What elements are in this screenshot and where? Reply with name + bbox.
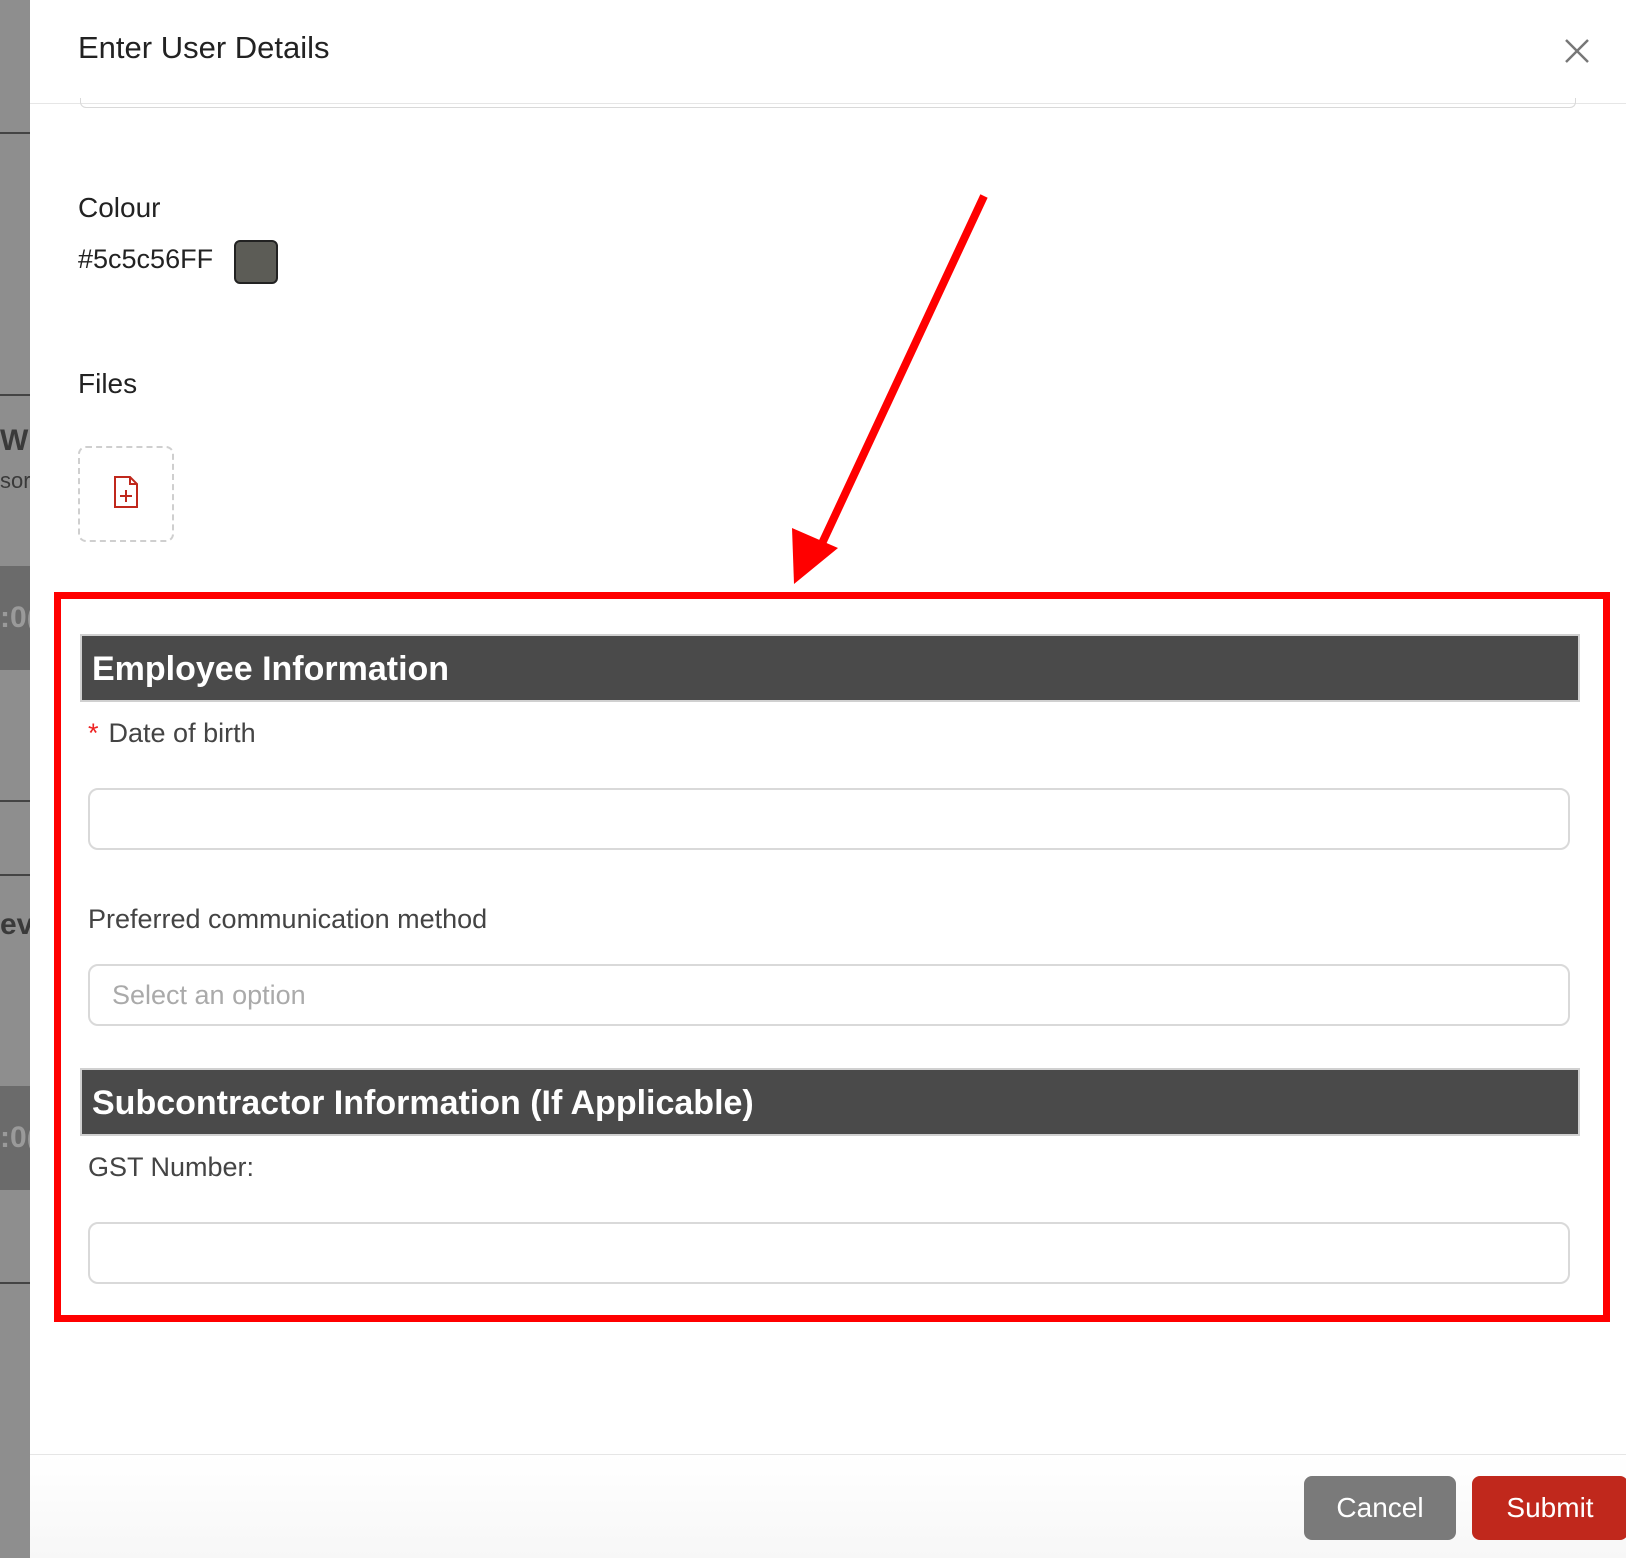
colour-swatch[interactable]	[234, 240, 278, 284]
previous-field-edge[interactable]	[80, 98, 1576, 108]
background-divider	[0, 800, 30, 802]
gst-label: GST Number:	[88, 1152, 255, 1182]
background-text: Wi	[0, 424, 30, 457]
file-plus-icon	[112, 475, 140, 514]
close-icon[interactable]	[1560, 34, 1594, 68]
background-divider	[0, 394, 30, 396]
colour-label: Colour	[78, 192, 161, 223]
drawer-header: Enter User Details	[30, 0, 1626, 104]
gst-input[interactable]	[88, 1222, 1570, 1284]
cancel-button[interactable]: Cancel	[1304, 1476, 1456, 1540]
subcontractor-section-header: Subcontractor Information (If Applicable…	[80, 1068, 1580, 1136]
background-text: sor	[0, 468, 30, 493]
dob-label-text: Date of birth	[108, 718, 256, 748]
submit-button[interactable]: Submit	[1472, 1476, 1626, 1540]
background-text: :0(	[0, 1086, 30, 1190]
employee-section-header: Employee Information	[80, 634, 1580, 702]
background-text: ev	[0, 908, 30, 941]
files-label: Files	[78, 368, 138, 399]
colour-value: #5c5c56FF	[78, 244, 214, 274]
user-details-drawer: Enter User Details Colour #5c5c56FF File…	[30, 0, 1626, 1558]
dob-label: * Date of birth	[88, 718, 256, 749]
background-divider	[0, 874, 30, 876]
background-divider	[0, 132, 30, 134]
dob-input[interactable]	[88, 788, 1570, 850]
required-marker: *	[88, 718, 99, 748]
comm-method-label: Preferred communication method	[88, 904, 488, 934]
drawer-title: Enter User Details	[78, 30, 330, 65]
file-upload-button[interactable]	[78, 446, 174, 542]
comm-method-select[interactable]: Select an option	[88, 964, 1570, 1026]
background-text: :0(	[0, 566, 30, 670]
background-app: Wi sor :0( ev :0(	[0, 0, 30, 1558]
background-divider	[0, 1282, 30, 1284]
